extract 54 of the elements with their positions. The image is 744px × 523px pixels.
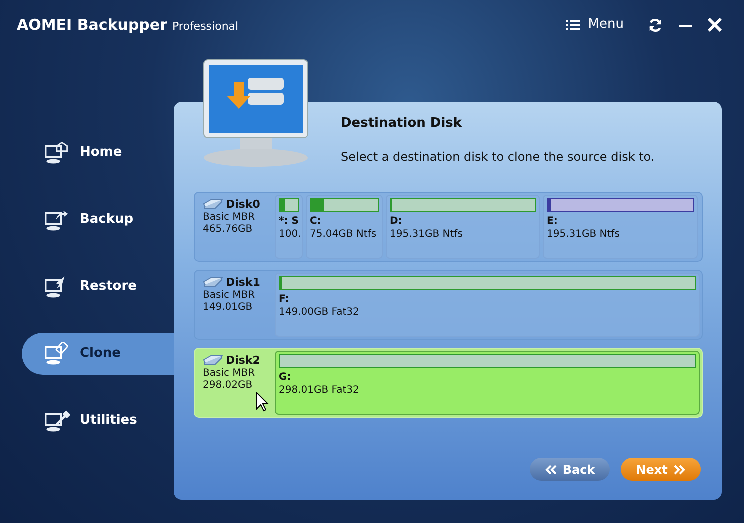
partition-panel[interactable]: E: 195.31GB Ntfs: [543, 195, 698, 259]
disk-name: Disk0: [226, 198, 260, 212]
sidebar-item[interactable]: Backup: [22, 199, 174, 241]
disk-icon: [203, 277, 223, 288]
double-chevron-left-icon: [544, 464, 557, 474]
partition-detail: 100.: [279, 228, 299, 241]
disk-name: Disk2: [226, 354, 260, 368]
app-title: AOMEI Backupper: [17, 14, 168, 36]
double-chevron-right-icon: [674, 464, 686, 474]
partition-detail: 298.01GB Fat32: [279, 384, 360, 397]
refresh-icon[interactable]: [648, 18, 663, 32]
partition-panel[interactable]: *: S 100.: [275, 195, 303, 259]
partition-detail: 195.31GB Ntfs: [547, 228, 621, 241]
disk-name: Disk1: [226, 276, 260, 290]
edition-label: Professional: [172, 18, 239, 35]
partition-label: E:: [547, 215, 559, 228]
disk-size: 149.01GB: [203, 302, 254, 315]
partition-detail: 149.00GB Fat32: [279, 306, 360, 319]
disk-row[interactable]: Disk0 Basic MBR 465.76GB *: S 100. C: 75.04GB Ntfs D: 195.31GB Ntfs E: 195.31GB Ntfs: [194, 192, 703, 262]
menu-button[interactable]: Menu: [566, 15, 624, 35]
disk-icon: [203, 355, 223, 366]
monitor-icon: [44, 342, 70, 366]
sidebar-item[interactable]: Clone: [22, 333, 174, 375]
monitor-icon: [44, 208, 70, 232]
partition-panel[interactable]: F: 149.00GB Fat32: [275, 273, 700, 337]
partition-label: C:: [310, 215, 322, 228]
disk-row[interactable]: Disk2 Basic MBR 298.02GB G: 298.01GB Fat32: [194, 348, 703, 418]
sidebar-item[interactable]: Restore: [22, 266, 174, 308]
disk-icon: [203, 199, 223, 210]
partition-label: G:: [279, 371, 292, 384]
disk-row[interactable]: Disk1 Basic MBR 149.01GB F: 149.00GB Fat32: [194, 270, 703, 340]
disk-type: Basic MBR: [203, 290, 256, 302]
partition-label: *: S: [279, 215, 299, 228]
close-icon[interactable]: [708, 18, 722, 32]
disk-size: 298.02GB: [203, 380, 254, 393]
partition-detail: 75.04GB Ntfs: [310, 228, 378, 241]
partition-label: F:: [279, 293, 290, 306]
page-subtitle: Select a destination disk to clone the source disk to.: [341, 148, 656, 166]
home-icon: [44, 141, 70, 165]
disk-type: Basic MBR: [203, 368, 256, 380]
wrench-icon: [44, 409, 70, 433]
back-button[interactable]: Back: [530, 458, 610, 481]
disk-type: Basic MBR: [203, 212, 256, 224]
menu-icon: [566, 19, 580, 31]
disk-size: 465.76GB: [203, 224, 254, 237]
partition-panel[interactable]: D: 195.31GB Ntfs: [386, 195, 540, 259]
page-title: Destination Disk: [341, 115, 464, 133]
sidebar-item[interactable]: Utilities: [22, 400, 174, 442]
sidebar-item[interactable]: Home: [22, 132, 174, 174]
partition-panel[interactable]: C: 75.04GB Ntfs: [306, 195, 383, 259]
partition-panel[interactable]: G: 298.01GB Fat32: [275, 351, 700, 415]
mouse-cursor-icon: [256, 392, 269, 412]
partition-detail: 195.31GB Ntfs: [390, 228, 464, 241]
partition-label: D:: [390, 215, 404, 228]
